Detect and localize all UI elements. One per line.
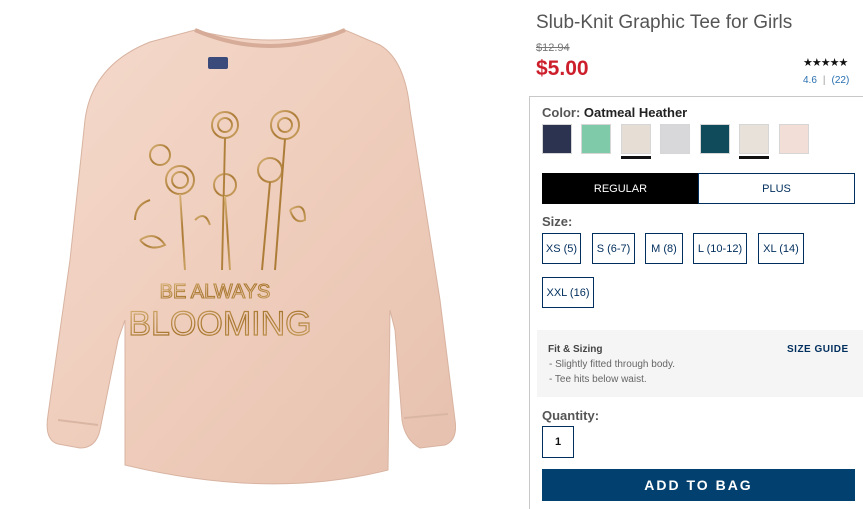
color-swatch-oatmeal-heather[interactable] — [621, 124, 651, 154]
rating-value: 4.6 — [803, 75, 817, 86]
add-to-bag-button[interactable]: ADD TO BAG — [542, 469, 855, 501]
color-swatch-mint[interactable] — [581, 124, 611, 154]
color-swatch-oatmeal-2[interactable] — [739, 124, 769, 154]
size-option-xxl[interactable]: XXL (16) — [542, 277, 594, 308]
tee-illustration: BE ALWAYS BLOOMING — [46, 28, 456, 485]
product-image[interactable]: BE ALWAYS BLOOMING — [0, 0, 530, 509]
size-guide-link[interactable]: SIZE GUIDE — [787, 344, 849, 355]
color-swatch-teal[interactable] — [700, 124, 730, 154]
color-label: Color: Oatmeal Heather — [542, 105, 687, 120]
print-text-line1: BE ALWAYS — [160, 281, 271, 303]
selected-swatch-indicator — [621, 156, 651, 159]
color-swatch-navy[interactable] — [542, 124, 572, 154]
fit-detail-1: - Slightly fitted through body. — [549, 359, 675, 370]
size-label: Size: — [542, 214, 573, 229]
sale-price: $5.00 — [536, 57, 589, 80]
color-swatch-pink-heather[interactable] — [779, 124, 809, 154]
color-label-text: Color: — [542, 105, 581, 120]
rating-stars-icon[interactable]: ★★★★★ — [803, 56, 848, 69]
fit-detail-2: - Tee hits below waist. — [549, 374, 647, 385]
size-option-s[interactable]: S (6-7) — [592, 233, 635, 264]
fit-tab-regular[interactable]: REGULAR — [542, 173, 699, 204]
size-option-xl[interactable]: XL (14) — [758, 233, 804, 264]
selected-swatch-indicator — [739, 156, 769, 159]
fit-tab-plus[interactable]: PLUS — [698, 173, 855, 204]
fit-sizing-heading: Fit & Sizing — [548, 344, 603, 355]
size-option-m[interactable]: M (8) — [645, 233, 683, 264]
size-option-l[interactable]: L (10-12) — [693, 233, 747, 264]
original-price: $12.94 — [536, 42, 570, 54]
selected-color-name: Oatmeal Heather — [583, 105, 688, 120]
color-swatch-light-gray[interactable] — [660, 124, 690, 154]
rating-separator: | — [822, 75, 826, 86]
rating-summary[interactable]: 4.6 | (22) — [803, 75, 849, 86]
print-text-line2: BLOOMING — [128, 305, 311, 343]
review-count: (22) — [831, 75, 850, 86]
size-option-xs[interactable]: XS (5) — [542, 233, 581, 264]
product-title: Slub-Knit Graphic Tee for Girls — [536, 12, 793, 33]
quantity-label: Quantity: — [542, 408, 600, 423]
quantity-input[interactable] — [542, 426, 574, 458]
